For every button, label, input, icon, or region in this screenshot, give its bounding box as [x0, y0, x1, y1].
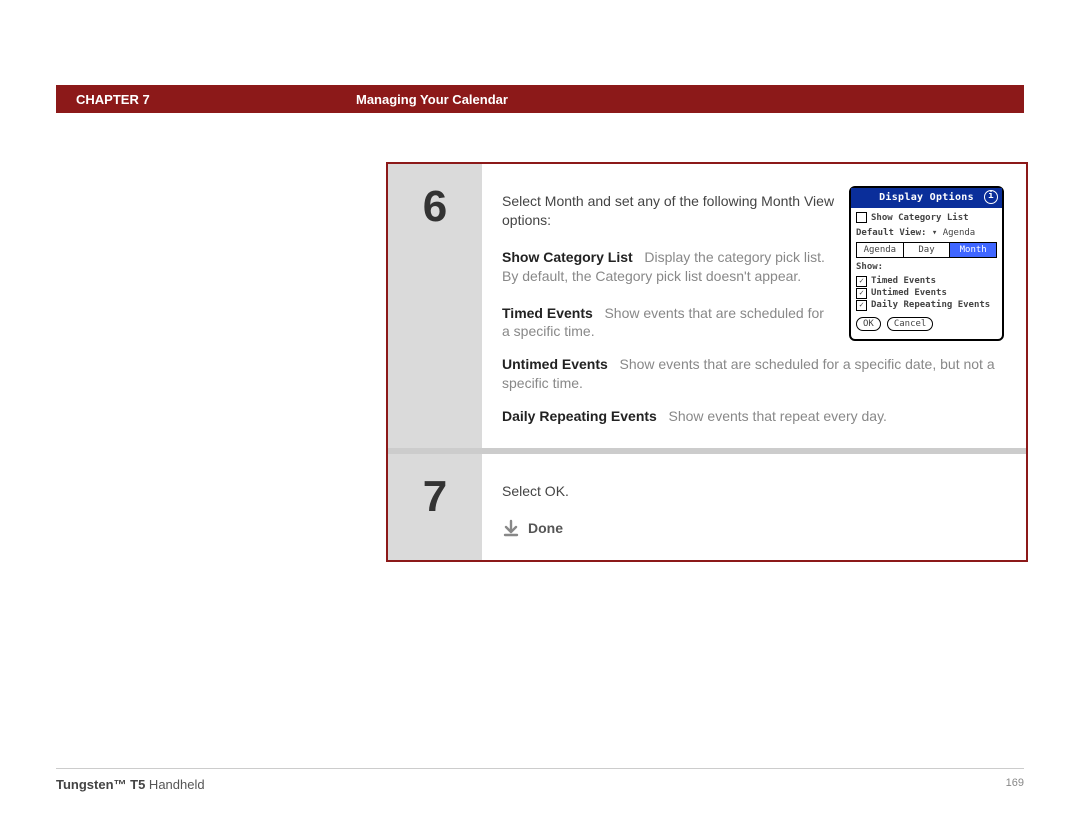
- dialog-title-bar: Display Options i: [851, 188, 1002, 208]
- default-view-label: Default View:: [856, 228, 926, 238]
- page-number: 169: [1006, 777, 1024, 792]
- product-bold: Tungsten™ T5: [56, 777, 145, 792]
- step-intro: Select Month and set any of the followin…: [502, 192, 835, 230]
- step-body: Select Month and set any of the followin…: [482, 164, 1026, 448]
- display-options-dialog: Display Options i Show Category List Def…: [849, 186, 1004, 341]
- show-label: Show:: [856, 261, 883, 273]
- opt-desc-daily: Show events that repeat every day.: [669, 408, 887, 424]
- untimed-events-label: Untimed Events: [871, 287, 947, 299]
- ok-button[interactable]: OK: [856, 317, 881, 331]
- opt-label-daily: Daily Repeating Events: [502, 408, 657, 424]
- chapter-label: CHAPTER 7: [56, 92, 356, 107]
- chapter-header-bar: CHAPTER 7 Managing Your Calendar: [56, 85, 1024, 113]
- tab-day[interactable]: Day: [904, 242, 951, 258]
- page-footer: Tungsten™ T5 Handheld 169: [56, 768, 1024, 792]
- product-name: Tungsten™ T5 Handheld: [56, 777, 205, 792]
- opt-label-untimed: Untimed Events: [502, 356, 608, 372]
- daily-repeating-checkbox[interactable]: ✓: [856, 300, 867, 311]
- done-row: Done: [502, 519, 1004, 538]
- cancel-button[interactable]: Cancel: [887, 317, 934, 331]
- default-view-dropdown[interactable]: ▾ Agenda: [932, 227, 975, 239]
- product-rest: Handheld: [145, 777, 204, 792]
- timed-events-checkbox[interactable]: ✓: [856, 276, 867, 287]
- view-tabs: Agenda Day Month: [856, 242, 997, 258]
- step-number: 6: [388, 164, 482, 448]
- default-view-value: Agenda: [943, 228, 976, 238]
- step-text: Select Month and set any of the followin…: [502, 192, 835, 341]
- info-icon[interactable]: i: [984, 190, 998, 204]
- opt-label-timed: Timed Events: [502, 305, 593, 321]
- done-label: Done: [528, 519, 563, 538]
- timed-events-label: Timed Events: [871, 275, 936, 287]
- step-block: 6 Select Month and set any of the follow…: [386, 162, 1028, 562]
- tab-month[interactable]: Month: [950, 242, 997, 258]
- step-number: 7: [388, 454, 482, 560]
- step-6: 6 Select Month and set any of the follow…: [388, 164, 1026, 448]
- dialog-title: Display Options: [879, 192, 974, 203]
- step-text: Select OK.: [502, 482, 1004, 501]
- daily-repeating-label: Daily Repeating Events: [871, 299, 990, 311]
- opt-label-show-cat: Show Category List: [502, 249, 633, 265]
- untimed-events-checkbox[interactable]: ✓: [856, 288, 867, 299]
- chapter-title: Managing Your Calendar: [356, 92, 1024, 107]
- show-category-label: Show Category List: [871, 212, 969, 224]
- tab-agenda[interactable]: Agenda: [856, 242, 904, 258]
- step-7: 7 Select OK. Done: [388, 454, 1026, 560]
- step-body: Select OK. Done: [482, 454, 1026, 560]
- show-category-checkbox[interactable]: [856, 212, 867, 223]
- done-arrow-icon: [502, 519, 520, 537]
